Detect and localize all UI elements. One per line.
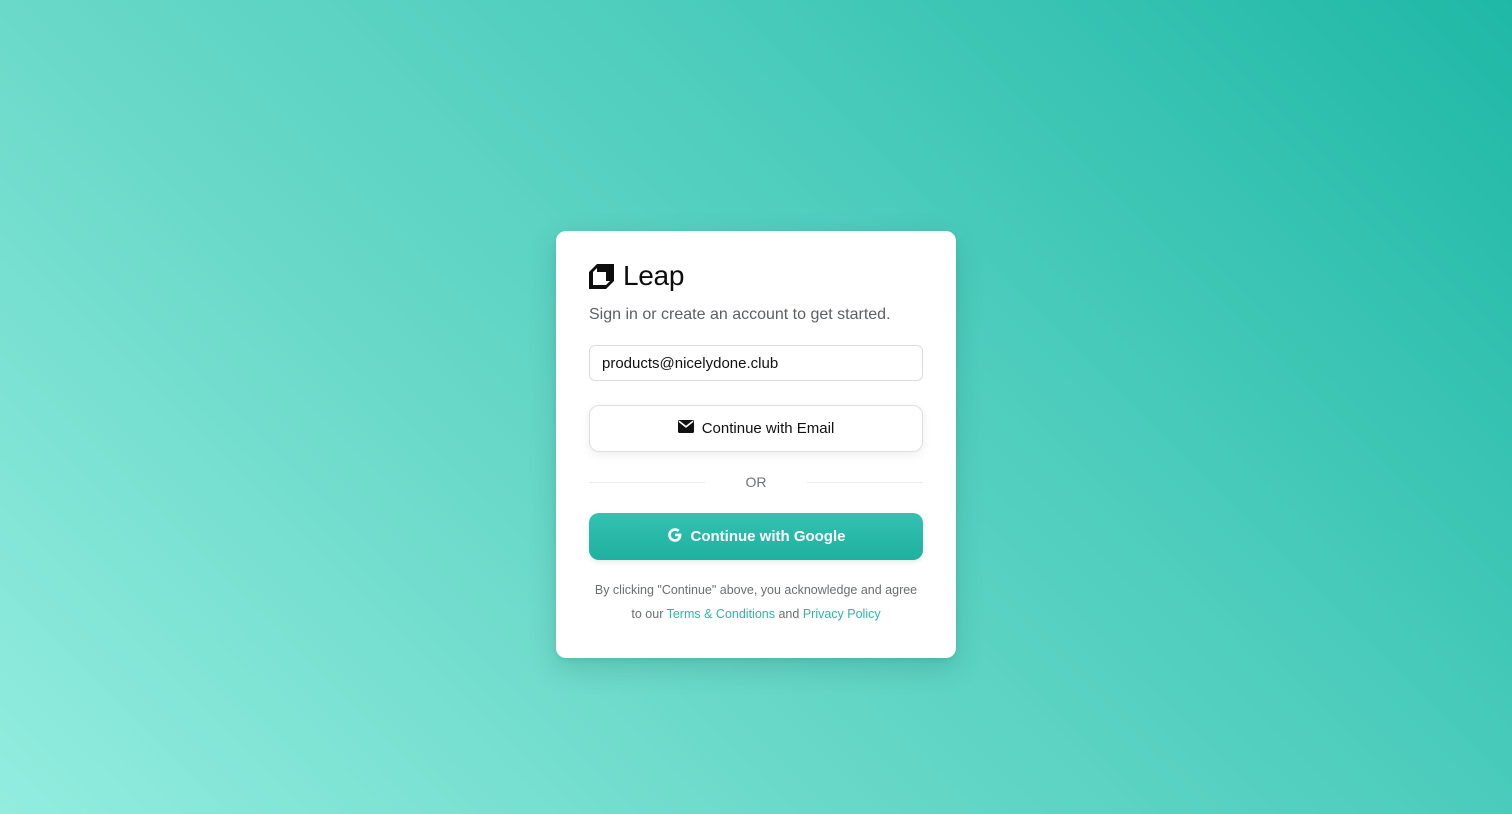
legal-line-1: By clicking "Continue" above, you acknow… (594, 583, 918, 597)
legal-and: and (778, 607, 800, 621)
sign-in-card: Leap Sign in or create an account to get… (556, 231, 956, 658)
brand-name: Leap (623, 260, 685, 291)
legal-prefix: to our (631, 607, 664, 621)
email-field[interactable] (589, 345, 923, 381)
brand: Leap (589, 260, 685, 291)
envelope-icon (677, 420, 694, 437)
continue-with-google-button[interactable]: Continue with Google (589, 513, 923, 560)
page-subtitle: Sign in or create an account to get star… (589, 306, 891, 323)
leap-logo-icon (589, 263, 614, 289)
privacy-policy-link[interactable]: Privacy Policy (803, 607, 881, 621)
continue-with-email-label: Continue with Email (701, 420, 835, 437)
google-icon (667, 527, 683, 547)
terms-link[interactable]: Terms & Conditions (667, 607, 775, 621)
continue-with-google-label: Continue with Google (690, 528, 846, 545)
legal-line-2: to our Terms & Conditions and Privacy Po… (589, 602, 923, 626)
or-divider: OR (589, 471, 923, 495)
divider-line-right (807, 482, 923, 483)
continue-with-email-button[interactable]: Continue with Email (589, 405, 923, 452)
legal-notice: By clicking "Continue" above, you acknow… (589, 578, 923, 626)
